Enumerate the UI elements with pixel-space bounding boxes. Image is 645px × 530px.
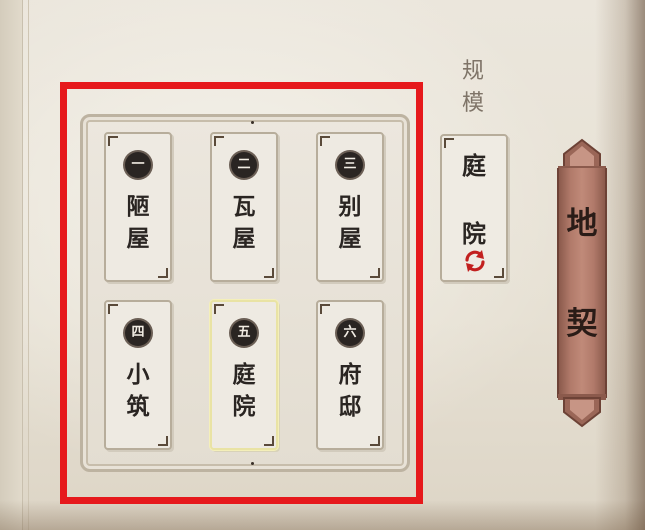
selection-highlight-box [60,82,423,504]
deed-tab-bottom-ornament [558,394,606,428]
deed-tab-char: 契 [566,306,598,342]
scale-label-char: 模 [461,91,484,116]
page-left-border-line [22,0,29,530]
deed-tab-top-ornament [558,138,606,172]
page-bottom-edge-shadow [0,500,645,530]
current-scale-button[interactable]: 庭 院 [440,134,508,282]
scale-label-char: 规 [461,59,484,84]
land-deed-tab[interactable]: 地 契 [554,138,610,428]
current-scale-char: 院 [462,219,486,248]
current-scale-char: 庭 [462,151,486,180]
page-left-border [0,0,23,530]
deed-tab-char: 地 [566,206,598,242]
cycle-arrows-icon[interactable] [462,248,488,274]
